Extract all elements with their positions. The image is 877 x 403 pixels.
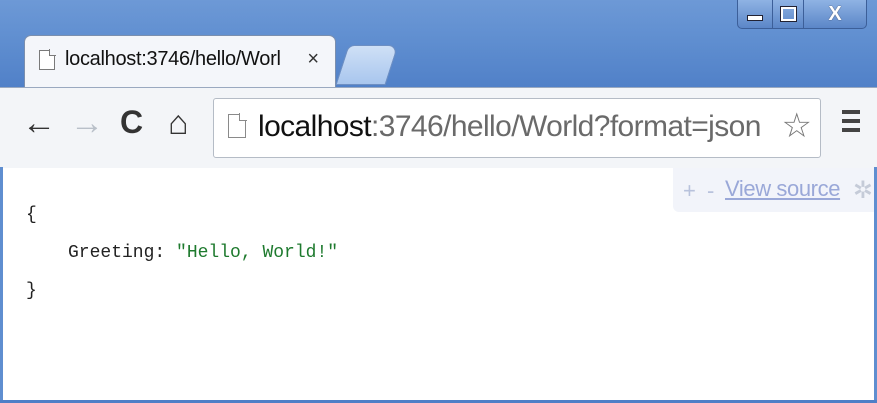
page-content: + - View source ✲ { Greeting: "Hello, Wo… bbox=[0, 168, 877, 400]
close-window-button[interactable]: X bbox=[804, 0, 867, 29]
chrome-menu-button[interactable] bbox=[842, 110, 860, 137]
menu-icon-bar bbox=[842, 119, 860, 123]
json-viewer-toolbar: + - View source ✲ bbox=[673, 168, 877, 212]
tab-active[interactable]: localhost:3746/hello/Worl × bbox=[24, 35, 336, 88]
json-body: { Greeting: "Hello, World!" } bbox=[26, 196, 338, 310]
home-button[interactable]: ⌂ bbox=[168, 106, 189, 140]
close-icon: X bbox=[828, 3, 842, 25]
bookmark-star-icon[interactable]: ☆ bbox=[782, 109, 812, 143]
browser-window: X localhost:3746/hello/Worl × ← → C ⌂ lo… bbox=[0, 0, 877, 403]
maximize-icon bbox=[779, 6, 797, 22]
tab-title: localhost:3746/hello/Worl bbox=[65, 48, 281, 70]
json-property: Greeting: "Hello, World!" bbox=[26, 234, 338, 272]
minimize-icon bbox=[747, 15, 763, 21]
back-button[interactable]: ← bbox=[22, 106, 56, 140]
forward-button[interactable]: → bbox=[70, 106, 104, 140]
maximize-button[interactable] bbox=[773, 0, 804, 29]
address-bar[interactable]: localhost:3746/hello/World?format=json ☆ bbox=[213, 98, 821, 158]
url-text[interactable]: localhost:3746/hello/World?format=json bbox=[258, 110, 761, 144]
page-info-icon[interactable] bbox=[228, 113, 247, 138]
menu-icon-bar bbox=[842, 128, 860, 132]
toolbar: ← → C ⌂ localhost:3746/hello/World?forma… bbox=[0, 87, 877, 169]
title-bar: X localhost:3746/hello/Worl × bbox=[0, 0, 877, 92]
new-tab-button[interactable] bbox=[335, 45, 399, 85]
gear-icon[interactable]: ✲ bbox=[853, 176, 873, 205]
menu-icon-bar bbox=[842, 110, 860, 114]
expand-button[interactable]: + bbox=[683, 178, 696, 204]
page-icon bbox=[39, 50, 55, 70]
window-controls: X bbox=[737, 0, 867, 30]
json-string-value: "Hello, World!" bbox=[176, 243, 339, 263]
url-host: localhost bbox=[258, 110, 372, 143]
json-open-brace: { bbox=[26, 205, 37, 225]
json-close-brace: } bbox=[26, 281, 37, 301]
tab-close-icon[interactable]: × bbox=[307, 48, 319, 70]
view-source-link[interactable]: View source bbox=[725, 176, 840, 202]
json-key: Greeting: bbox=[68, 243, 177, 263]
collapse-button[interactable]: - bbox=[707, 178, 714, 204]
minimize-button[interactable] bbox=[737, 0, 773, 29]
window-border-left bbox=[0, 167, 3, 403]
reload-button[interactable]: C bbox=[120, 106, 143, 138]
url-path: :3746/hello/World?format=json bbox=[371, 110, 761, 143]
